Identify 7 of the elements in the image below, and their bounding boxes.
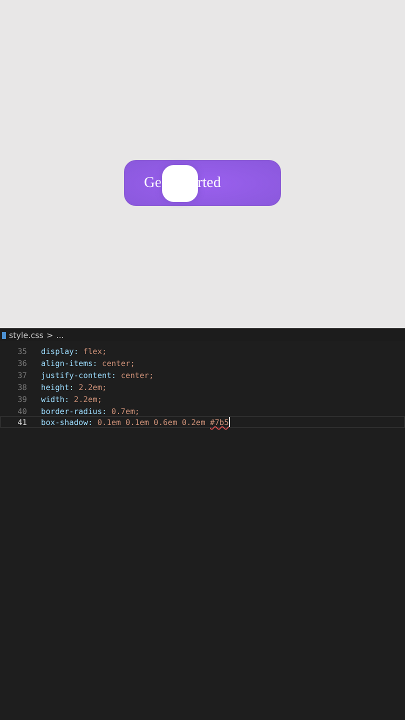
- file-icon: [2, 332, 6, 338]
- breadcrumb-separator: >: [46, 330, 54, 340]
- breadcrumb-item[interactable]: ...: [56, 330, 64, 340]
- get-started-button[interactable]: Ge rted: [124, 160, 281, 206]
- breadcrumb-file[interactable]: style.css: [9, 330, 44, 340]
- text-cursor: [228, 417, 230, 427]
- toggle-knob: [162, 164, 198, 202]
